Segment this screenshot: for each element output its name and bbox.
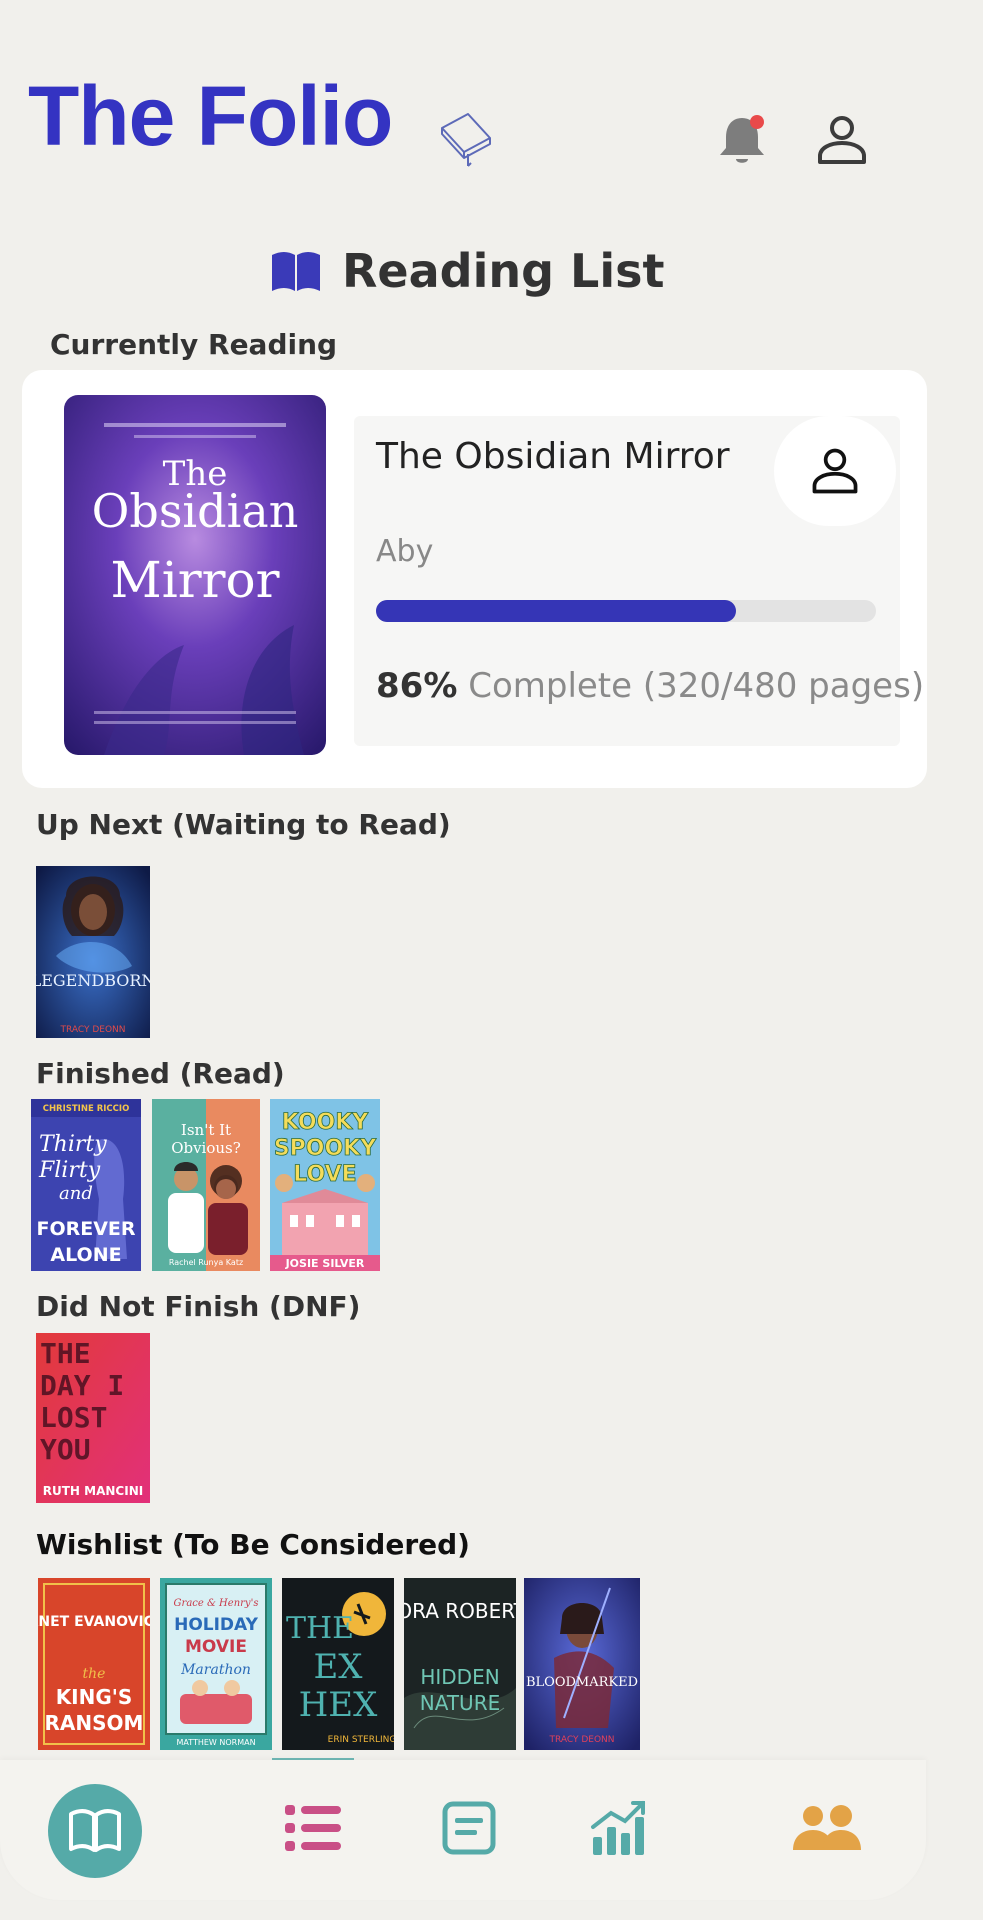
cover-title-1: Grace & Henry's: [174, 1598, 259, 1609]
cover-author: TRACY DEONN: [548, 1735, 614, 1745]
reading-progress-fill: [376, 600, 736, 622]
current-book-card[interactable]: The Obsidian Mirror The Obsidian Mirror …: [22, 370, 927, 788]
cover-title-3: HEX: [299, 1685, 378, 1725]
bottom-navigation: [0, 1760, 926, 1900]
section-currently-reading: Currently Reading: [50, 328, 338, 361]
cover-author: CHRISTINE RICCIO: [43, 1104, 130, 1114]
cover-author: TRACY DEONN: [59, 1025, 125, 1035]
progress-percent: 86%: [376, 666, 458, 706]
reading-progress-bar: [376, 600, 876, 622]
book-cover-current[interactable]: The Obsidian Mirror: [64, 395, 326, 755]
nav-stats-button[interactable]: [584, 1788, 654, 1868]
book-cover-holiday-movie-marathon[interactable]: Grace & Henry's HOLIDAY MOVIE Marathon M…: [160, 1578, 272, 1750]
current-book-info: The Obsidian Mirror Aby 86% Complete (32…: [354, 416, 924, 746]
cover-title-4: Marathon: [180, 1662, 251, 1678]
cover-title-2: NATURE: [420, 1691, 500, 1715]
user-icon: [812, 448, 858, 494]
book-cover-hidden-nature[interactable]: NORA ROBERTS HIDDEN NATURE: [404, 1578, 516, 1750]
cover-title-4: YOU: [40, 1433, 91, 1466]
cover-title-3: LOVE: [293, 1162, 356, 1187]
book-cover-thirty-flirty[interactable]: CHRISTINE RICCIO Thirty Flirty and FOREV…: [31, 1099, 141, 1271]
section-up-next: Up Next (Waiting to Read): [36, 808, 451, 841]
book-cover-kooky-spooky-love[interactable]: KOOKY SPOOKY LOVE JOSIE SILVER: [270, 1099, 380, 1271]
cover-title-2: Flirty: [38, 1158, 101, 1183]
cover-author: MATTHEW NORMAN: [176, 1738, 255, 1747]
cover-title-2: SPOOKY: [274, 1136, 377, 1161]
cover-title-line-3: Mirror: [111, 551, 280, 609]
book-cover-isnt-it-obvious[interactable]: Isn't It Obvious? Rachel Runya Katz: [152, 1099, 260, 1271]
cover-title-1: Isn't It: [181, 1121, 231, 1139]
cover-title-2: HOLIDAY: [174, 1615, 258, 1635]
app-title: The Folio: [28, 69, 393, 163]
cover-title-3: LOST: [40, 1401, 107, 1434]
cover-title-1: THE: [40, 1337, 91, 1370]
page-heading: Reading List: [270, 244, 665, 298]
book-cover-bloodmarked[interactable]: BLOODMARKED TRACY DEONN: [524, 1578, 640, 1750]
cover-title-line-2: Obsidian: [92, 484, 299, 538]
current-book-author: Aby: [376, 534, 434, 569]
nav-people-button[interactable]: [782, 1788, 872, 1868]
app-header: The Folio: [0, 0, 983, 200]
reader-avatar[interactable]: [774, 416, 896, 526]
user-icon[interactable]: [812, 110, 872, 170]
page-title: Reading List: [342, 244, 665, 298]
people-icon: [793, 1805, 861, 1850]
cover-title-3: MOVIE: [185, 1637, 247, 1657]
nav-notes-button[interactable]: [434, 1788, 504, 1868]
cover-title: BLOODMARKED: [526, 1675, 638, 1690]
home-book-icon: [69, 1809, 121, 1852]
section-dnf: Did Not Finish (DNF): [36, 1290, 361, 1323]
nav-reading-list-button[interactable]: [270, 1788, 356, 1868]
cover-title-2: KING'S: [56, 1685, 133, 1709]
cover-author: RUTH MANCINI: [43, 1484, 143, 1498]
cover-title-1: Thirty: [39, 1132, 107, 1157]
cover-author: JANET EVANOVICH: [38, 1614, 150, 1630]
bell-icon[interactable]: [712, 110, 772, 170]
book-cover-the-ex-hex[interactable]: THE EX HEX ERIN STERLING: [282, 1578, 394, 1750]
cover-title-4: FOREVER: [36, 1218, 135, 1240]
cover-title-2: DAY I: [40, 1369, 124, 1402]
section-finished: Finished (Read): [36, 1057, 285, 1090]
book-cover-legendborn[interactable]: LEGENDBORN TRACY DEONN: [36, 866, 150, 1038]
cover-title-1: the: [83, 1666, 106, 1682]
cover-title-3: RANSOM: [45, 1711, 144, 1735]
cover-title-1: KOOKY: [282, 1110, 370, 1135]
cover-author: Rachel Runya Katz: [169, 1258, 243, 1267]
cover-title-5: ALONE: [50, 1244, 121, 1266]
cover-author: JOSIE SILVER: [285, 1257, 365, 1270]
book-cover-kings-ransom[interactable]: JANET EVANOVICH the KING'S RANSOM: [38, 1578, 150, 1750]
cover-title-2: EX: [313, 1647, 363, 1687]
reading-progress-text: 86% Complete (320/480 pages): [376, 666, 924, 706]
cover-title-2: Obvious?: [171, 1139, 241, 1157]
cover-title: LEGENDBORN: [36, 971, 150, 990]
progress-detail: Complete (320/480 pages): [457, 666, 925, 706]
stats-icon: [591, 1801, 645, 1855]
current-book-title[interactable]: The Obsidian Mirror: [376, 432, 736, 482]
section-wishlist: Wishlist (To Be Considered): [36, 1528, 470, 1561]
nav-home-button[interactable]: [48, 1784, 142, 1878]
cover-title-1: HIDDEN: [420, 1665, 499, 1689]
cover-author: NORA ROBERTS: [404, 1599, 516, 1623]
cover-author: ERIN STERLING: [328, 1735, 394, 1745]
notes-icon: [442, 1801, 496, 1855]
cover-title-3: and: [59, 1183, 93, 1204]
book-cover-the-day-i-lost-you[interactable]: THE DAY I LOST YOU RUTH MANCINI: [36, 1333, 150, 1503]
book-icon: [441, 113, 491, 167]
list-icon: [285, 1805, 341, 1851]
open-book-icon: [272, 252, 320, 291]
cover-title-1: THE: [286, 1611, 354, 1646]
